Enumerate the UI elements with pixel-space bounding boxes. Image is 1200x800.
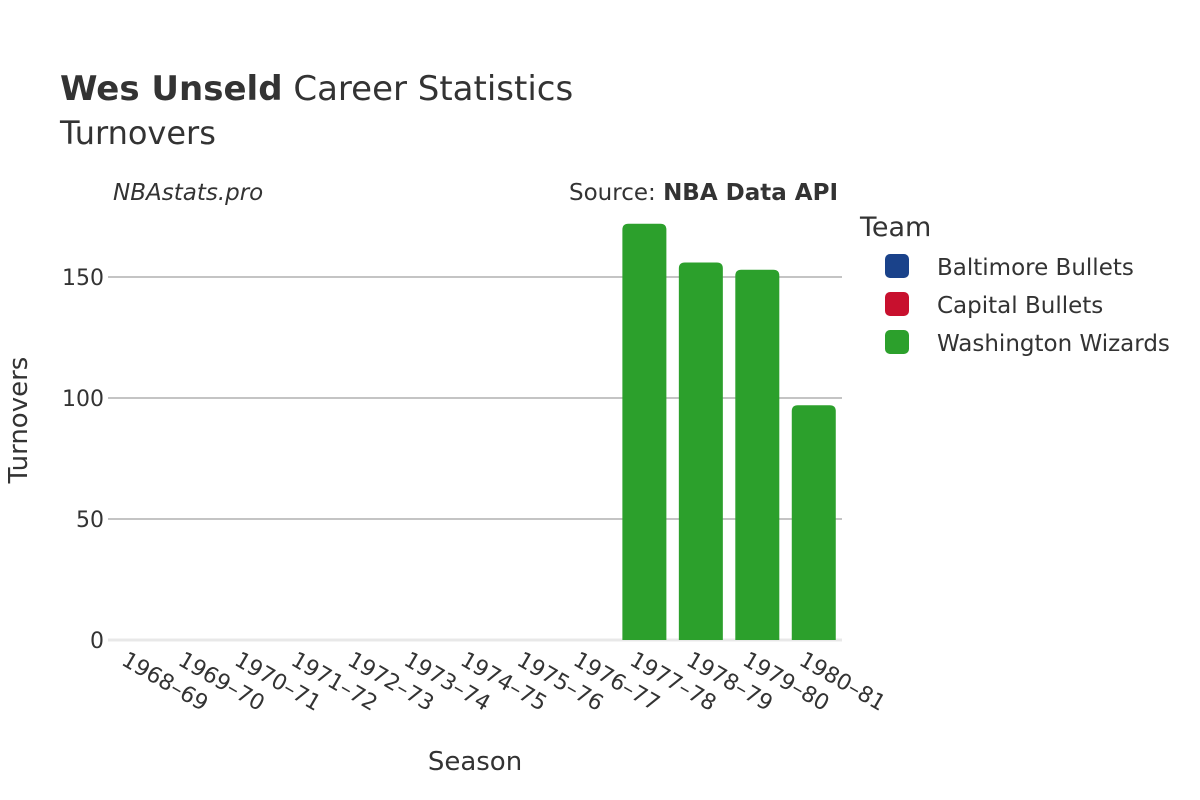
title-rest: Career Statistics [283,69,574,109]
y-axis-ticks: 0 50 100 150 [62,266,104,654]
chart-subtitle: Turnovers [59,114,216,152]
source-label: Source: NBA Data API [569,180,838,206]
bars [622,223,836,640]
source-prefix: Source: [569,180,663,206]
legend-swatch [885,292,909,316]
chart-title: Wes Unseld Career Statistics [60,69,573,109]
y-axis-label: Turnovers [4,357,34,485]
legend-title: Team [859,212,931,243]
title-player: Wes Unseld [60,69,283,109]
legend-label: Baltimore Bullets [937,255,1134,281]
bar [678,262,723,640]
legend-swatch [885,254,909,278]
bar [791,405,836,640]
legend-label: Washington Wizards [937,331,1170,357]
source-name: NBA Data API [663,180,838,206]
legend: Baltimore Bullets Capital Bullets Washingt… [885,254,1170,357]
x-axis-label: Season [428,747,522,777]
y-tick-label: 150 [62,266,104,291]
legend-label: Capital Bullets [937,293,1103,319]
bar [735,269,780,640]
y-tick-label: 100 [62,387,104,412]
watermark: NBAstats.pro [113,180,263,206]
y-tick-label: 50 [76,508,104,533]
legend-swatch [885,330,909,354]
bar [622,223,667,640]
x-axis-ticks: 1968–691969–701970–711971–721972–731973–… [117,648,889,717]
chart: Wes Unseld Career Statistics Turnovers N… [4,69,1170,777]
y-tick-label: 0 [90,629,104,654]
gridlines [108,276,842,642]
